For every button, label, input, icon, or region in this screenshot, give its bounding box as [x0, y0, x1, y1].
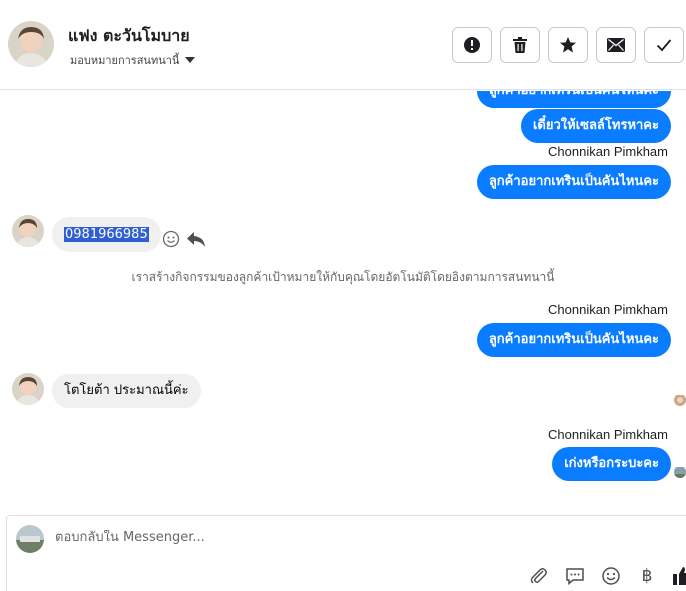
contact-message-avatar — [12, 215, 44, 247]
outgoing-message[interactable]: ลูกค้าอยากเทรินเป็นคันไหนคะ — [476, 165, 671, 199]
contact-avatar[interactable] — [8, 21, 54, 67]
baht-icon: ฿ — [641, 566, 653, 586]
assign-label: มอบหมายการสนทนานี้ — [70, 54, 180, 67]
react-emoji-icon[interactable] — [162, 230, 180, 248]
incoming-message[interactable]: โตโยต้า ประมาณนี้ค่ะ — [52, 374, 201, 408]
composer-toolbar: ฿ — [527, 564, 686, 588]
star-icon — [560, 37, 576, 53]
conversation-header: แฟง ตะวันโมบาย มอบหมายการสนทนานี้ — [0, 0, 686, 90]
star-button[interactable] — [548, 27, 588, 63]
payment-button[interactable]: ฿ — [635, 564, 659, 588]
assign-conversation-dropdown[interactable]: มอบหมายการสนทนานี้ — [70, 51, 196, 69]
paperclip-icon — [530, 568, 547, 584]
outgoing-message[interactable]: ลูกค้าอยากเทรินเป็นคันไหนคะ — [476, 323, 671, 357]
check-icon — [656, 39, 672, 52]
thumbs-up-icon — [673, 567, 686, 585]
emoji-icon — [602, 567, 620, 585]
reply-input[interactable] — [55, 530, 525, 545]
caret-down-icon — [185, 57, 196, 63]
seen-avatar — [674, 394, 686, 406]
emoji-button[interactable] — [599, 564, 623, 588]
alert-icon — [464, 37, 480, 53]
reply-composer: ฿ — [6, 515, 686, 591]
attach-button[interactable] — [527, 564, 551, 588]
incoming-message[interactable]: 0981966985 — [52, 217, 161, 252]
reply-icon[interactable] — [186, 230, 206, 248]
message-thread[interactable]: ลูกค้าอยากเทรินเป็นคันไหนคะ เดี๋ยวให้เซล… — [0, 91, 686, 515]
sender-name: Chonnikan Pimkham — [548, 302, 668, 317]
sender-name: Chonnikan Pimkham — [548, 427, 668, 442]
system-note: เราสร้างกิจกรรมของลูกค้าเป้าหมายให้กับคุ… — [131, 270, 555, 284]
like-button[interactable] — [671, 564, 686, 588]
report-button[interactable] — [452, 27, 492, 63]
delete-button[interactable] — [500, 27, 540, 63]
outgoing-message[interactable]: เดี๋ยวให้เซลล์โทรหาคะ — [520, 109, 671, 143]
page-avatar — [16, 525, 44, 553]
contact-name: แฟง ตะวันโมบาย — [68, 26, 190, 45]
selected-phone-number[interactable]: 0981966985 — [64, 227, 149, 242]
mark-done-button[interactable] — [644, 27, 684, 63]
messenger-inbox-conversation: แฟง ตะวันโมบาย มอบหมายการสนทนานี้ เดี๋ยว… — [0, 0, 686, 591]
header-actions — [452, 27, 684, 63]
contact-message-avatar — [12, 373, 44, 405]
seen-avatar — [674, 466, 686, 478]
trash-icon — [513, 37, 527, 53]
sender-name: Chonnikan Pimkham — [548, 144, 668, 159]
mark-unread-button[interactable] — [596, 27, 636, 63]
outgoing-message[interactable]: เก่งหรือกระบะคะ — [552, 447, 671, 481]
saved-reply-button[interactable] — [563, 564, 587, 588]
outgoing-message[interactable]: ลูกค้าอยากเทรินเป็นคันไหนคะ — [476, 91, 671, 108]
saved-reply-icon — [566, 568, 584, 586]
envelope-icon — [607, 38, 625, 52]
